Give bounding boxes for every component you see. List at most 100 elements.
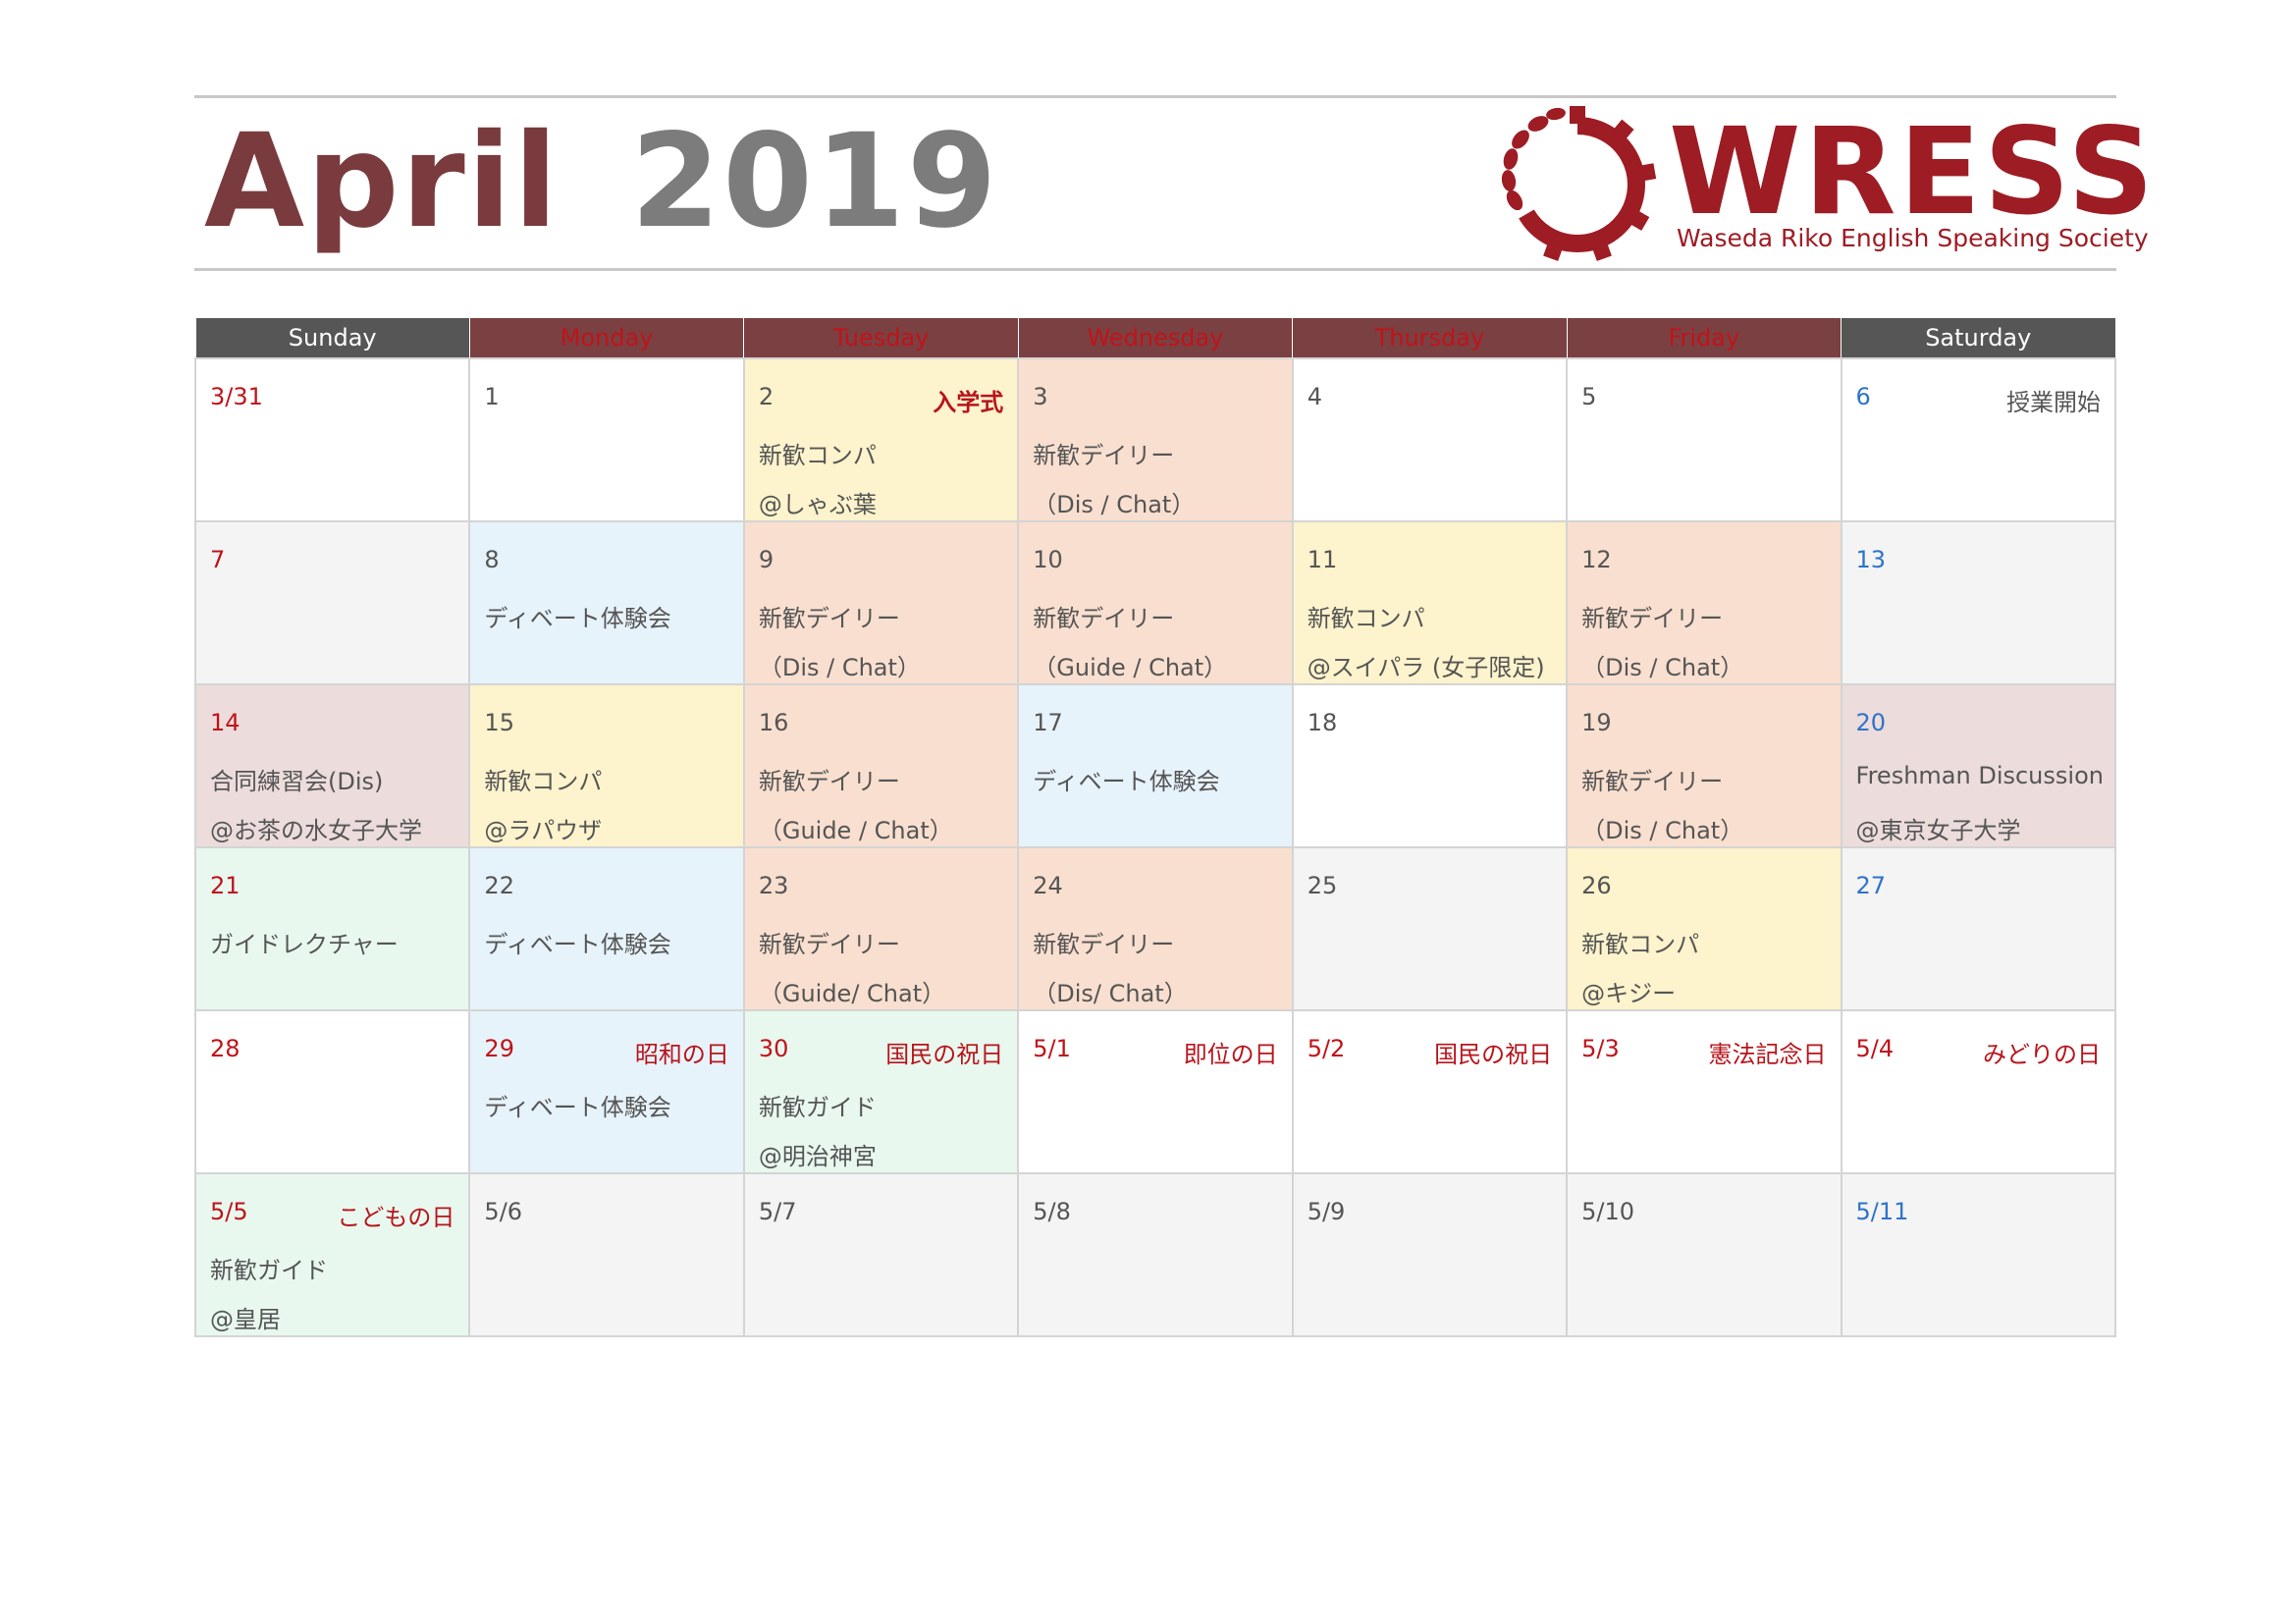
day-number: 29	[484, 1035, 514, 1062]
event-line: 新歓デイリー	[758, 605, 900, 632]
event-line: 新歓コンパ	[1581, 931, 1700, 958]
day-cell: 16 新歓デイリー （Guide / Chat）	[742, 683, 1020, 848]
day-cell: 5/8	[1017, 1172, 1294, 1337]
event-line: 新歓デイリー	[1581, 605, 1724, 632]
day-cell: 28	[193, 1009, 471, 1174]
day-number: 8	[484, 546, 500, 573]
day-cell: 5/10	[1566, 1172, 1842, 1337]
day-cell: 25	[1291, 846, 1569, 1011]
gear-wheat-icon	[1501, 106, 1657, 261]
day-number: 23	[758, 872, 789, 899]
event-line: 新歓コンパ	[1307, 605, 1425, 632]
day-cell: 5/1 即位の日	[1017, 1009, 1294, 1174]
day-cell: 27	[1840, 846, 2117, 1011]
day-number: 27	[1855, 872, 1887, 899]
event-location: @スイパラ (女子限定)	[1307, 654, 1545, 681]
event-location: （Dis/ Chat）	[1033, 980, 1188, 1007]
calendar-grid: Sunday Monday Tuesday Wednesday Thursday…	[193, 317, 2117, 1337]
day-number: 13	[1855, 546, 1887, 573]
day-number: 15	[484, 709, 514, 736]
day-cell: 7	[193, 520, 471, 685]
event-location: （Guide / Chat）	[758, 817, 953, 844]
holiday-label: 昭和の日	[634, 1041, 729, 1068]
day-cell: 26 新歓コンパ @キジー	[1566, 846, 1842, 1011]
event-line: ディベート体験会	[484, 605, 671, 632]
event-line: 新歓ガイド	[758, 1094, 877, 1121]
weekday-wednesday: Wednesday	[1017, 317, 1294, 359]
day-number: 21	[210, 872, 240, 899]
event-label: 授業開始	[2006, 389, 2101, 416]
event-line: 新歓デイリー	[1033, 931, 1175, 958]
day-cell: 18	[1291, 683, 1569, 848]
week-row: 7 8 ディベート体験会 9 新歓デイリー （Dis / Chat） 10 新歓…	[193, 520, 2117, 685]
day-number: 6	[1855, 383, 1871, 410]
day-cell: 5/9	[1291, 1172, 1569, 1337]
day-number: 30	[758, 1035, 789, 1062]
day-cell: 5/5 こどもの日 新歓ガイド @皇居	[193, 1172, 471, 1337]
day-cell: 29 昭和の日 ディベート体験会	[468, 1009, 745, 1174]
event-line: ディベート体験会	[484, 931, 671, 958]
week-row: 3/31 1 2 入学式 新歓コンパ @しゃぶ葉 3 新歓デイリー （Dis /…	[193, 357, 2117, 522]
day-cell: 14 合同練習会(Dis) @お茶の水女子大学	[193, 683, 471, 848]
weekday-tuesday: Tuesday	[743, 317, 1019, 359]
year-title: 2019	[630, 106, 999, 257]
event-location: （Dis / Chat）	[1581, 654, 1744, 681]
event-line: 新歓デイリー	[758, 931, 900, 958]
day-number: 5	[1581, 383, 1597, 410]
day-number: 17	[1033, 709, 1063, 736]
logo-wordmark: WRESS	[1669, 102, 2158, 242]
day-cell: 20 Freshman Discussion @東京女子大学	[1840, 683, 2117, 848]
day-number: 19	[1581, 709, 1612, 736]
event-line: 新歓ガイド	[210, 1257, 328, 1284]
event-location: （Dis / Chat）	[758, 654, 921, 681]
day-cell: 3/31	[193, 357, 471, 522]
month-title: April	[204, 106, 561, 257]
event-line: 新歓コンパ	[484, 768, 603, 795]
day-cell: 6 授業開始	[1840, 357, 2117, 522]
day-cell: 5/2 国民の祝日	[1291, 1009, 1569, 1174]
day-cell: 11 新歓コンパ @スイパラ (女子限定)	[1291, 520, 1569, 685]
day-number: 5/2	[1307, 1035, 1346, 1062]
event-line: ガイドレクチャー	[210, 931, 399, 958]
event-location: @ラパウザ	[484, 817, 603, 844]
holiday-label: みどりの日	[1983, 1041, 2101, 1068]
day-number: 5/5	[210, 1198, 248, 1225]
day-number: 28	[210, 1035, 240, 1062]
day-number: 1	[484, 383, 500, 410]
weekday-thursday: Thursday	[1292, 317, 1568, 359]
day-cell: 13	[1840, 520, 2117, 685]
holiday-label: 憲法記念日	[1708, 1041, 1827, 1068]
day-number: 5/1	[1033, 1035, 1071, 1062]
day-cell: 5/7	[742, 1172, 1020, 1337]
weekday-saturday: Saturday	[1841, 317, 2116, 359]
event-line: 新歓デイリー	[758, 768, 900, 795]
event-location: @しゃぶ葉	[758, 491, 877, 518]
day-cell: 23 新歓デイリー （Guide/ Chat）	[742, 846, 1020, 1011]
day-number: 5/9	[1307, 1198, 1346, 1225]
logo-subtitle: Waseda Riko English Speaking Society	[1677, 224, 2149, 252]
event-location: （Dis / Chat）	[1033, 491, 1196, 518]
holiday-label: 国民の祝日	[885, 1041, 1004, 1068]
event-line: 新歓デイリー	[1033, 442, 1175, 469]
day-number: 16	[758, 709, 789, 736]
day-number: 4	[1307, 383, 1322, 410]
day-cell: 3 新歓デイリー （Dis / Chat）	[1017, 357, 1294, 522]
day-number: 22	[484, 872, 514, 899]
day-number: 5/6	[484, 1198, 523, 1225]
holiday-label: こどもの日	[337, 1204, 455, 1231]
weekday-friday: Friday	[1566, 317, 1842, 359]
day-number: 2	[758, 383, 774, 410]
day-cell: 5	[1566, 357, 1842, 522]
day-cell: 17 ディベート体験会	[1017, 683, 1294, 848]
event-line: 合同練習会(Dis)	[210, 768, 384, 795]
day-cell: 12 新歓デイリー （Dis / Chat）	[1566, 520, 1842, 685]
day-cell: 5/4 みどりの日	[1840, 1009, 2117, 1174]
event-line: 新歓デイリー	[1033, 605, 1175, 632]
day-cell: 4	[1291, 357, 1569, 522]
day-number: 12	[1581, 546, 1612, 573]
event-line: ディベート体験会	[1033, 768, 1220, 795]
day-number: 7	[210, 546, 226, 573]
event-line: 新歓コンパ	[758, 442, 877, 469]
day-number: 5/8	[1033, 1198, 1071, 1225]
holiday-label: 国民の祝日	[1434, 1041, 1553, 1068]
